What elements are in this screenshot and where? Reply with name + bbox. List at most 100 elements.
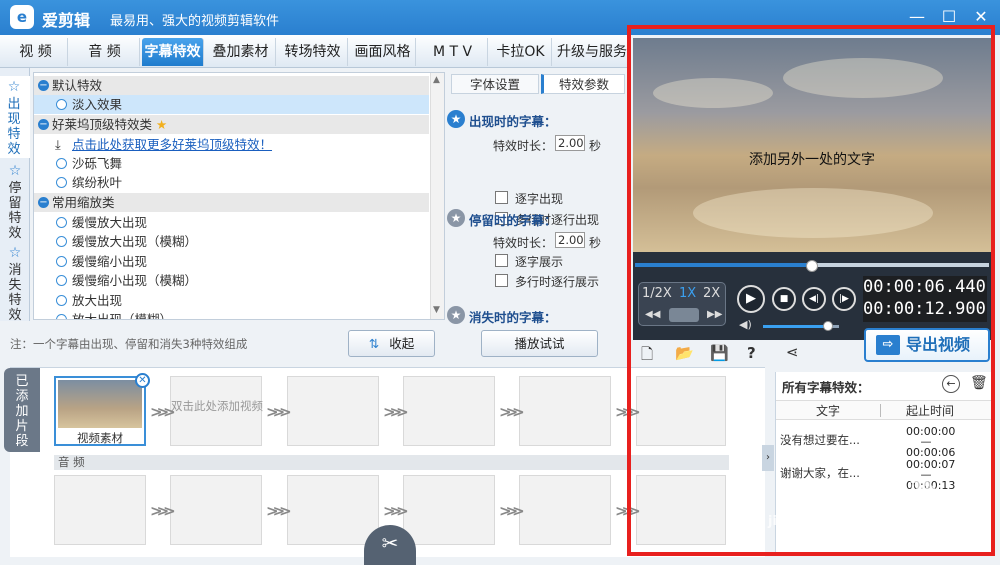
- effect-type-tabs: ☆ 出现特效 ☆ 停留特效 ☆ 消失特效: [0, 68, 30, 324]
- tab-font-settings[interactable]: 字体设置: [451, 74, 539, 94]
- list-item[interactable]: 缓慢缩小出现（模糊）: [34, 271, 429, 290]
- main-menu-bar: 视 频 音 频 字幕特效 叠加素材 转场特效 画面风格 M T V 卡拉OK 升…: [0, 35, 630, 68]
- speed-1x[interactable]: 1X: [679, 286, 696, 301]
- stay-word-by-word-checkbox[interactable]: [495, 254, 508, 267]
- list-item[interactable]: 缤纷秋叶: [34, 173, 429, 192]
- close-button[interactable]: ✕: [970, 6, 992, 28]
- audio-slot[interactable]: [54, 475, 146, 545]
- download-more-link[interactable]: ⤓ 点击此处获取更多好莱坞顶级特效！: [34, 135, 429, 154]
- clip-slot[interactable]: [636, 376, 726, 446]
- star-icon: ☆: [7, 79, 21, 95]
- effect-settings-panel: 字体设置 特效参数 ★ 出现时的字幕： 特效时长： 2.00 秒 逐字出现 多行…: [447, 72, 627, 325]
- stay-line-by-line-checkbox[interactable]: [495, 274, 508, 287]
- list-item[interactable]: 淡入效果: [34, 95, 429, 114]
- column-text: 文字: [816, 404, 841, 418]
- scroll-up-icon[interactable]: ▲: [433, 75, 440, 85]
- audio-slot[interactable]: [170, 475, 262, 545]
- tab-upgrade[interactable]: 升级与服务: [554, 38, 630, 66]
- added-clips-tab[interactable]: 已添加片段: [4, 368, 40, 452]
- stay-duration-input[interactable]: 2.00: [555, 232, 585, 248]
- effect-label: 缓慢缩小出现: [72, 254, 148, 269]
- collapse-button[interactable]: ⇅ 收起: [348, 330, 435, 357]
- app-logo-icon: e: [10, 5, 34, 29]
- tab-effect-params[interactable]: 特效参数: [541, 74, 625, 94]
- group-header[interactable]: − 好莱坞顶级特效类 ★: [34, 115, 429, 134]
- tab-styles[interactable]: 画面风格: [350, 38, 416, 66]
- option-label: 多行时逐行展示: [515, 275, 600, 289]
- total-time: 00:00:12.900: [863, 299, 986, 319]
- group-title: 常用缩放类: [52, 195, 115, 210]
- share-icon[interactable]: ⋖: [786, 343, 799, 361]
- tab-disappear-effects[interactable]: ☆ 消失特效: [0, 242, 30, 324]
- group-header[interactable]: − 默认特效: [34, 76, 429, 95]
- progress-knob[interactable]: [806, 260, 818, 272]
- volume-icon[interactable]: ◀): [739, 318, 752, 331]
- new-project-icon[interactable]: 🗋: [641, 344, 653, 369]
- tab-karaoke[interactable]: 卡拉OK: [490, 38, 552, 66]
- export-video-button[interactable]: ⇨ 导出视频: [864, 328, 990, 362]
- rewind-icon[interactable]: ◀◀: [645, 309, 660, 320]
- speed-half[interactable]: 1/2X: [642, 286, 672, 301]
- jog-wheel[interactable]: [669, 308, 699, 322]
- option-label: 逐字展示: [515, 255, 564, 269]
- subtitle-row[interactable]: 没有想过要在...: [780, 432, 860, 448]
- scroll-down-icon[interactable]: ▼: [433, 305, 440, 315]
- list-item[interactable]: 缓慢缩小出现: [34, 252, 429, 271]
- play-preview-button[interactable]: 播放试试: [481, 330, 598, 357]
- appear-duration-input[interactable]: 2.00: [555, 135, 585, 151]
- group-header[interactable]: − 常用缩放类: [34, 193, 429, 212]
- tab-video[interactable]: 视 频: [4, 38, 68, 66]
- collapse-panel-icon[interactable]: ›: [762, 445, 774, 471]
- tab-transitions[interactable]: 转场特效: [278, 38, 348, 66]
- subtitle-time: 00:00:00—00:00:06: [906, 425, 956, 459]
- add-video-slot[interactable]: 双击此处添加视频: [170, 376, 263, 446]
- stop-button[interactable]: ■: [772, 287, 796, 311]
- maximize-button[interactable]: ☐: [938, 6, 960, 28]
- clip-video-material[interactable]: 视频素材: [54, 376, 146, 446]
- remove-clip-icon[interactable]: ✕: [135, 373, 150, 388]
- clip-slot[interactable]: [403, 376, 495, 446]
- next-frame-button[interactable]: |▶: [832, 287, 856, 311]
- list-item[interactable]: 缓慢放大出现（模糊）: [34, 232, 429, 251]
- list-item[interactable]: 沙砾飞舞: [34, 154, 429, 173]
- help-icon[interactable]: ?: [747, 344, 756, 362]
- audio-track-label: 音 频: [54, 455, 729, 470]
- subtitle-table-header: [776, 400, 992, 420]
- effect-label: 缓慢放大出现: [72, 215, 148, 230]
- speed-2x[interactable]: 2X: [703, 286, 720, 301]
- fast-forward-icon[interactable]: ▶▶: [707, 309, 722, 320]
- clip-label: 视频素材: [77, 431, 123, 445]
- back-icon[interactable]: ←: [942, 375, 960, 393]
- effect-label: 放大出现（模糊）: [72, 312, 173, 320]
- clip-slot[interactable]: [519, 376, 611, 446]
- list-item[interactable]: 缓慢放大出现: [34, 213, 429, 232]
- appear-word-by-word-checkbox[interactable]: [495, 191, 508, 204]
- watermark-brand: Baidu经验: [800, 479, 936, 509]
- effect-label: 缓慢放大出现（模糊）: [72, 234, 198, 249]
- audio-slot[interactable]: [287, 475, 379, 545]
- audio-slot[interactable]: [519, 475, 611, 545]
- list-item[interactable]: 放大出现: [34, 291, 429, 310]
- list-item[interactable]: 放大出现（模糊）: [34, 310, 429, 320]
- tab-mtv[interactable]: M T V: [418, 38, 488, 66]
- tab-stay-effects[interactable]: ☆ 停留特效: [0, 160, 30, 242]
- open-folder-icon[interactable]: 📂: [675, 344, 694, 362]
- current-time: 00:00:06.440: [863, 277, 986, 297]
- preview-caption: 添加另外一处的文字: [749, 152, 875, 168]
- previous-frame-button[interactable]: ◀|: [802, 287, 826, 311]
- play-button[interactable]: ▶: [737, 285, 765, 313]
- save-icon[interactable]: 💾: [710, 344, 729, 362]
- tab-audio[interactable]: 音 频: [70, 38, 140, 66]
- minimize-button[interactable]: —: [906, 6, 928, 28]
- stay-title: 停留时的字幕：: [469, 213, 557, 228]
- tab-appear-effects[interactable]: ☆ 出现特效: [0, 76, 30, 158]
- clip-slot[interactable]: [287, 376, 379, 446]
- audio-slot[interactable]: [636, 475, 726, 545]
- tab-overlay[interactable]: 叠加素材: [206, 38, 276, 66]
- audio-slot[interactable]: [403, 475, 495, 545]
- list-scrollbar[interactable]: ▲ ▼: [430, 73, 444, 319]
- volume-knob[interactable]: [822, 321, 833, 331]
- duration-label: 特效时长：: [493, 236, 554, 250]
- trash-icon[interactable]: 🗑: [970, 375, 988, 391]
- tab-subtitle-effects[interactable]: 字幕特效: [142, 38, 204, 66]
